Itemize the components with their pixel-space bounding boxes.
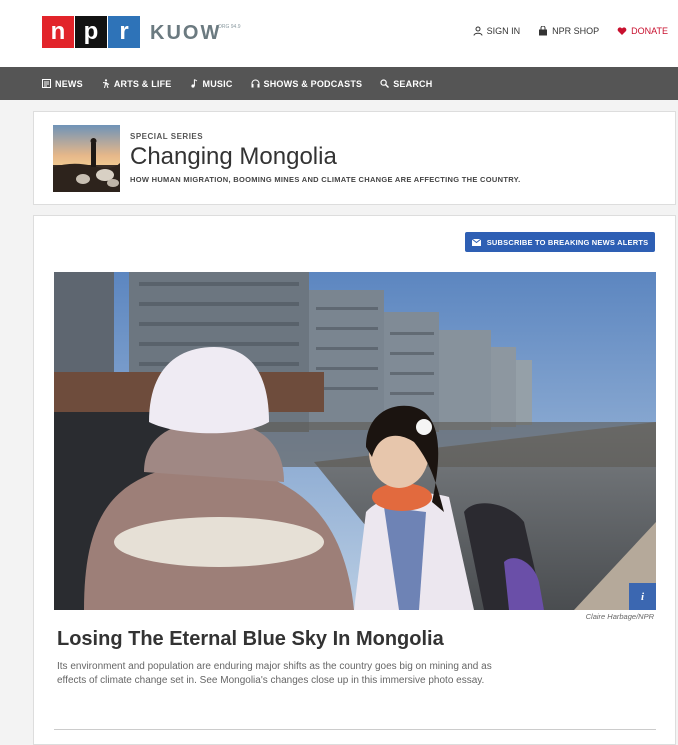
- series-thumbnail[interactable]: [53, 125, 120, 192]
- logo-letter-n: n: [42, 16, 74, 48]
- bag-icon: [539, 26, 548, 36]
- image-info-button[interactable]: i: [629, 583, 656, 610]
- logo-letter-r: r: [108, 16, 140, 48]
- station-logo[interactable]: KUOW: [150, 22, 221, 45]
- series-description: HOW HUMAN MIGRATION, BOOMING MINES AND C…: [130, 175, 521, 184]
- nav-label-arts-life: ARTS & LIFE: [113, 78, 172, 89]
- divider: [54, 729, 656, 730]
- nav-item-arts-life[interactable]: ARTS & LIFE: [101, 79, 172, 89]
- site-header: n p r KUOW ORG 94.9 SIGN IN NPR SHOP DON…: [0, 0, 678, 67]
- headphones-icon: [251, 79, 260, 88]
- series-title[interactable]: Changing Mongolia: [130, 143, 337, 171]
- series-eyebrow: SPECIAL SERIES: [130, 132, 204, 141]
- news-icon: [42, 79, 51, 88]
- story-title[interactable]: Losing The Eternal Blue Sky In Mongolia: [57, 628, 444, 651]
- sign-in-link[interactable]: SIGN IN: [473, 26, 521, 36]
- header-links: SIGN IN NPR SHOP DONATE: [473, 26, 668, 36]
- photo-credit: Claire Harbage/NPR: [585, 612, 654, 621]
- user-icon: [473, 26, 483, 36]
- station-logo-sub: ORG 94.9: [218, 24, 241, 30]
- arts-icon: [102, 79, 110, 88]
- nav-item-shows-podcasts[interactable]: SHOWS & PODCASTS: [251, 79, 363, 89]
- logo-letter-p: p: [75, 16, 107, 48]
- mongolia-landscape-thumbnail: [53, 125, 120, 192]
- music-icon: [190, 79, 197, 88]
- nav-label-news: NEWS: [55, 78, 83, 89]
- nav-label-search: SEARCH: [393, 78, 433, 89]
- npr-shop-link[interactable]: NPR SHOP: [538, 26, 599, 36]
- heart-icon: [617, 27, 627, 35]
- subscribe-button[interactable]: SUBSCRIBE TO BREAKING NEWS ALERTS: [465, 232, 655, 252]
- nav-label-shows-podcasts: SHOWS & PODCASTS: [263, 78, 363, 89]
- sign-in-label: SIGN IN: [486, 26, 521, 36]
- envelope-icon: [471, 238, 481, 246]
- npr-logo[interactable]: n p r: [42, 16, 141, 48]
- donate-label: DONATE: [631, 26, 668, 36]
- nav-item-search[interactable]: SEARCH: [380, 79, 432, 89]
- mongolia-street-photo: [54, 272, 656, 610]
- series-card[interactable]: SPECIAL SERIES Changing Mongolia HOW HUM…: [33, 111, 676, 205]
- nav-item-news[interactable]: NEWS: [42, 79, 83, 89]
- donate-link[interactable]: DONATE: [617, 26, 668, 36]
- main-card: SUBSCRIBE TO BREAKING NEWS ALERTS i Clai…: [33, 215, 676, 745]
- nav-label-music: MUSIC: [202, 78, 233, 89]
- nav-item-music[interactable]: MUSIC: [190, 79, 233, 89]
- search-icon: [380, 79, 390, 88]
- npr-shop-label: NPR SHOP: [552, 26, 600, 36]
- main-nav: NEWS ARTS & LIFE MUSIC SHOWS & PODCASTS …: [0, 67, 678, 100]
- story-teaser: Its environment and population are endur…: [57, 661, 492, 686]
- hero-image[interactable]: i: [54, 272, 656, 610]
- subscribe-label: SUBSCRIBE TO BREAKING NEWS ALERTS: [486, 237, 649, 247]
